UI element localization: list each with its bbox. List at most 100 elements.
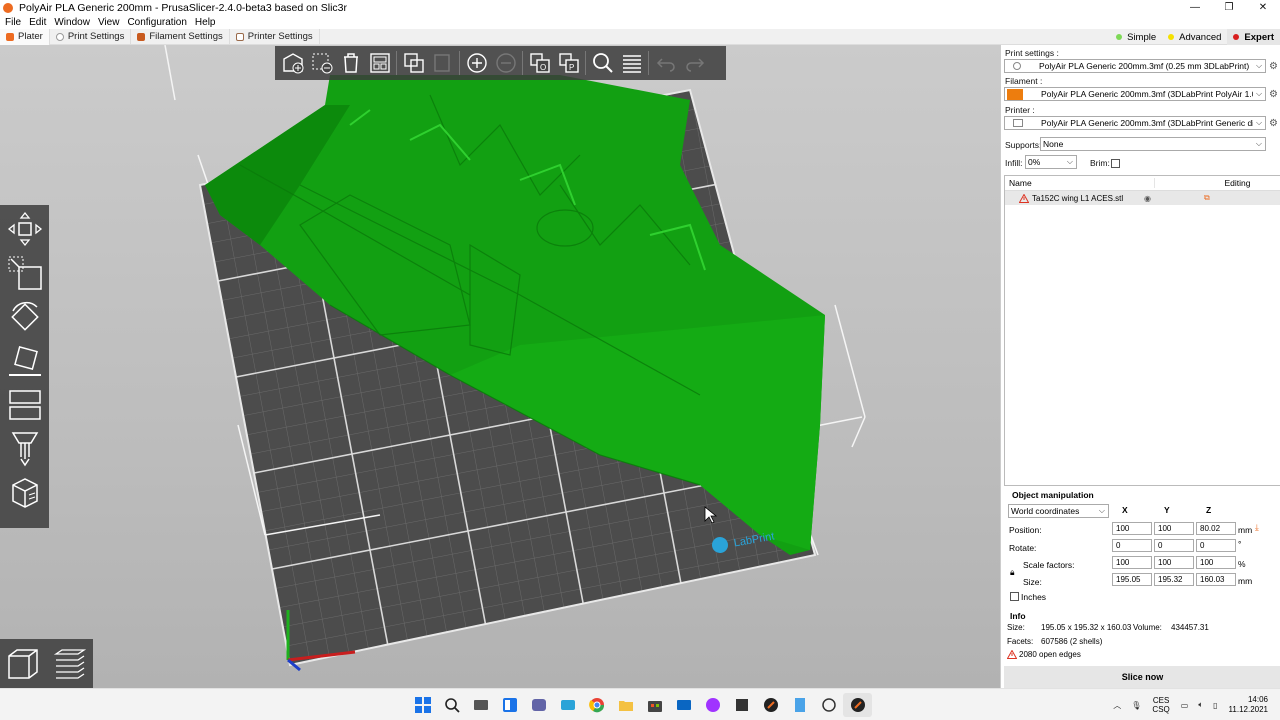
filament-combo[interactable]: PolyAir PLA Generic 200mm.3mf (3DLabPrin… bbox=[1004, 87, 1266, 101]
menu-help[interactable]: Help bbox=[195, 17, 216, 28]
object-list-header: Name Editing bbox=[1005, 176, 1280, 191]
toolbar-separator bbox=[648, 51, 649, 75]
minimize-button[interactable]: — bbox=[1178, 0, 1212, 15]
app-button-3[interactable] bbox=[727, 693, 756, 717]
teams-button[interactable] bbox=[524, 693, 553, 717]
tab-printer-settings[interactable]: Printer Settings bbox=[230, 28, 320, 45]
supports-paint-button[interactable] bbox=[3, 427, 47, 471]
clock[interactable]: 14:06 11.12.2021 bbox=[1229, 695, 1268, 715]
battery-icon[interactable]: ▯ bbox=[1213, 701, 1217, 710]
start-button[interactable] bbox=[408, 693, 437, 717]
app-button-4[interactable] bbox=[814, 693, 843, 717]
add-button[interactable] bbox=[278, 49, 307, 78]
seam-paint-button[interactable] bbox=[3, 471, 47, 515]
widgets-button[interactable] bbox=[495, 693, 524, 717]
printer-combo[interactable]: PolyAir PLA Generic 200mm.3mf (3DLabPrin… bbox=[1004, 116, 1266, 130]
col-name-header[interactable]: Name bbox=[1005, 178, 1155, 188]
prusaslicer-button-1[interactable] bbox=[756, 693, 785, 717]
menu-window[interactable]: Window bbox=[54, 17, 90, 28]
remove-instance-button[interactable] bbox=[491, 49, 520, 78]
scale-x-field[interactable]: 100 bbox=[1112, 556, 1152, 569]
language-indicator[interactable]: CES CSQ bbox=[1152, 696, 1169, 714]
menu-view[interactable]: View bbox=[98, 17, 120, 28]
redo-button[interactable] bbox=[680, 49, 709, 78]
mode-simple[interactable]: Simple bbox=[1110, 29, 1162, 45]
brim-checkbox[interactable] bbox=[1111, 159, 1120, 168]
supports-select[interactable]: None ⌵ bbox=[1040, 137, 1266, 151]
list-item[interactable]: Ta152C wing L1 ACES.stl ◉ ⧉ bbox=[1005, 191, 1280, 205]
cut-button[interactable] bbox=[3, 383, 47, 427]
infill-select[interactable]: 0% ⌵ bbox=[1025, 155, 1077, 169]
delete-button[interactable] bbox=[307, 49, 336, 78]
eye-icon[interactable]: ◉ bbox=[1144, 194, 1204, 203]
rotate-button[interactable] bbox=[3, 295, 47, 339]
rotate-x-field[interactable]: 0 bbox=[1112, 539, 1152, 552]
position-z-field[interactable]: 80.02 bbox=[1196, 522, 1236, 535]
printer-gear-icon[interactable]: ⚙ bbox=[1269, 118, 1280, 129]
file-explorer-button[interactable] bbox=[611, 693, 640, 717]
slice-now-button[interactable]: Slice now bbox=[1004, 666, 1280, 688]
preview-layers-button[interactable] bbox=[50, 644, 90, 684]
rotate-y-field[interactable]: 0 bbox=[1154, 539, 1194, 552]
print-settings-combo[interactable]: PolyAir PLA Generic 200mm.3mf (0.25 mm 3… bbox=[1004, 59, 1266, 73]
menu-edit[interactable]: Edit bbox=[29, 17, 46, 28]
inches-checkbox[interactable] bbox=[1010, 592, 1019, 601]
move-button[interactable] bbox=[3, 207, 47, 251]
search-taskbar-button[interactable] bbox=[437, 693, 466, 717]
chrome-button[interactable] bbox=[582, 693, 611, 717]
drop-to-bed-icon[interactable]: ⤓ bbox=[1255, 522, 1259, 533]
undo-button[interactable] bbox=[651, 49, 680, 78]
tab-filament-settings[interactable]: Filament Settings bbox=[131, 28, 230, 45]
chevron-down-icon: ⌵ bbox=[1255, 139, 1262, 148]
scale-y-field[interactable]: 100 bbox=[1154, 556, 1194, 569]
store-button[interactable] bbox=[640, 693, 669, 717]
size-x-field[interactable]: 195.05 bbox=[1112, 573, 1152, 586]
arrange-button[interactable] bbox=[365, 49, 394, 78]
layers-editing-button[interactable] bbox=[617, 49, 646, 78]
mode-advanced[interactable]: Advanced bbox=[1162, 29, 1227, 45]
col-editing-header[interactable]: Editing bbox=[1155, 178, 1280, 188]
scene-canvas[interactable]: LabPrint bbox=[0, 45, 1000, 688]
add-instance-button[interactable] bbox=[462, 49, 491, 78]
filament-gear-icon[interactable]: ⚙ bbox=[1269, 89, 1280, 100]
3d-view-button[interactable] bbox=[3, 644, 43, 684]
place-on-face-button[interactable] bbox=[3, 339, 47, 383]
search-button[interactable] bbox=[588, 49, 617, 78]
coordinates-select[interactable]: World coordinates ⌵ bbox=[1008, 504, 1109, 518]
restore-button[interactable]: ❐ bbox=[1212, 0, 1246, 15]
edit-icon[interactable]: ⧉ bbox=[1204, 193, 1210, 203]
print-settings-gear-icon[interactable]: ⚙ bbox=[1269, 61, 1280, 72]
network-icon[interactable]: ▭ bbox=[1181, 701, 1189, 710]
app-button-2[interactable] bbox=[669, 693, 698, 717]
volume-icon[interactable]: 🔈︎ bbox=[1198, 700, 1203, 710]
paste-button[interactable] bbox=[428, 49, 457, 78]
scale-button[interactable] bbox=[3, 251, 47, 295]
lock-icon[interactable]: 🔒︎ bbox=[1010, 567, 1015, 578]
size-y-field[interactable]: 195.32 bbox=[1154, 573, 1194, 586]
chevron-up-icon[interactable]: ︿ bbox=[1113, 700, 1121, 711]
prusaslicer-button-2[interactable] bbox=[843, 693, 872, 717]
messenger-button[interactable] bbox=[698, 693, 727, 717]
mode-expert[interactable]: Expert bbox=[1227, 29, 1280, 45]
filament-color-swatch[interactable] bbox=[1007, 88, 1023, 100]
scale-z-field[interactable]: 100 bbox=[1196, 556, 1236, 569]
close-button[interactable]: ✕ bbox=[1246, 0, 1280, 15]
menu-configuration[interactable]: Configuration bbox=[127, 17, 186, 28]
app-button[interactable] bbox=[553, 693, 582, 717]
size-z-field[interactable]: 160.03 bbox=[1196, 573, 1236, 586]
split-parts-button[interactable]: P bbox=[554, 49, 583, 78]
delete-all-button[interactable] bbox=[336, 49, 365, 78]
microphone-icon[interactable]: 🎙︎ bbox=[1131, 701, 1141, 710]
3d-viewport[interactable]: LabPrint O P bbox=[0, 45, 1000, 688]
position-x-field[interactable]: 100 bbox=[1112, 522, 1152, 535]
notepad-button[interactable] bbox=[785, 693, 814, 717]
chevron-down-icon: ⌵ bbox=[1098, 506, 1105, 515]
tab-print-settings[interactable]: Print Settings bbox=[50, 28, 132, 45]
split-objects-button[interactable]: O bbox=[525, 49, 554, 78]
task-view-button[interactable] bbox=[466, 693, 495, 717]
menu-file[interactable]: File bbox=[5, 17, 21, 28]
copy-button[interactable] bbox=[399, 49, 428, 78]
rotate-z-field[interactable]: 0 bbox=[1196, 539, 1236, 552]
position-y-field[interactable]: 100 bbox=[1154, 522, 1194, 535]
tab-plater[interactable]: Plater bbox=[0, 28, 50, 45]
